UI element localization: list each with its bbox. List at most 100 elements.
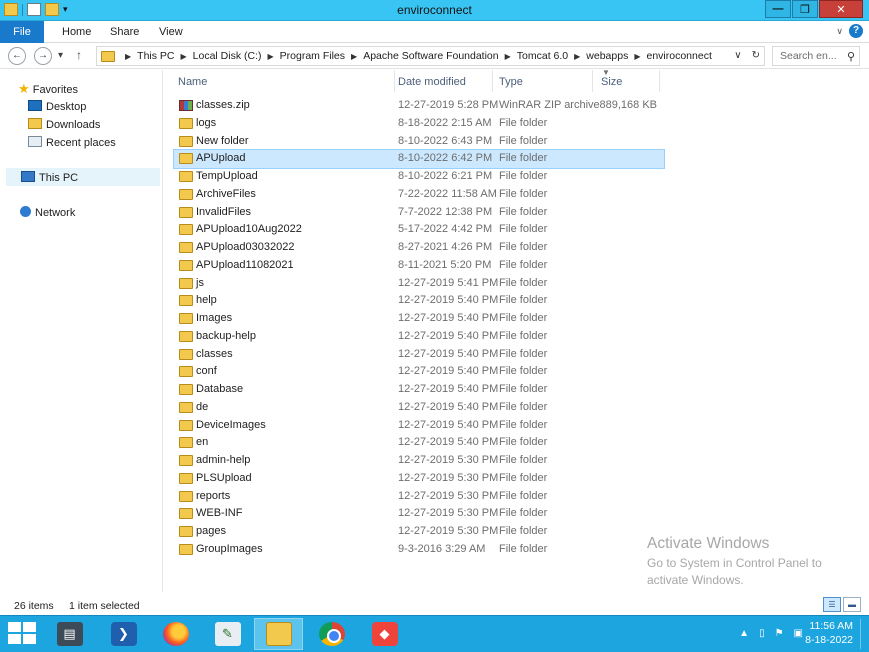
breadcrumb-tomcat[interactable]: Tomcat 6.0 [517,50,568,62]
start-button[interactable] [8,622,38,646]
show-desktop-button[interactable] [860,619,861,649]
taskbar-firefox[interactable] [151,618,200,650]
nav-network[interactable]: Network [20,204,75,222]
file-row[interactable]: js 12-27-2019 5:41 PM File folder [174,275,664,293]
file-row[interactable]: help 12-27-2019 5:40 PM File folder [174,292,664,310]
large-icons-view-icon[interactable]: ▬ [843,597,861,612]
file-row[interactable]: GroupImages 9-3-2016 3:29 AM File folder [174,541,664,559]
action-center-flag-icon[interactable]: ⚑ [775,628,784,639]
file-row[interactable]: classes 12-27-2019 5:40 PM File folder [174,346,664,364]
file-row[interactable]: Images 12-27-2019 5:40 PM File folder [174,310,664,328]
file-row[interactable]: New folder 8-10-2022 6:43 PM File folder [174,133,664,151]
file-date: 12-27-2019 5:40 PM [398,418,499,431]
nav-downloads[interactable]: Downloads [28,116,100,134]
expand-ribbon-icon[interactable]: ∨ [836,26,843,37]
column-header-date[interactable]: Date modified [392,70,493,92]
breadcrumb-program-files[interactable]: Program Files [280,50,345,62]
tab-file[interactable]: File [0,21,44,43]
file-row[interactable]: APUpload10Aug2022 5-17-2022 4:42 PM File f… [174,221,664,239]
file-row[interactable]: logs 8-18-2022 2:15 AM File folder [174,115,664,133]
file-row[interactable]: PLSUpload 12-27-2019 5:30 PM File folder [174,470,664,488]
refresh-icon[interactable]: ↻ [752,50,760,61]
tab-share[interactable]: Share [110,21,139,43]
file-row[interactable]: classes.zip 12-27-2019 5:28 PM WinRAR ZIP … [174,97,664,115]
file-name: GroupImages [196,542,263,555]
file-row[interactable]: WEB-INF 12-27-2019 5:30 PM File folder [174,505,664,523]
folder-icon [179,526,193,537]
file-date: 12-27-2019 5:40 PM [398,312,499,324]
show-hidden-icons-icon[interactable]: ▲ [739,628,749,639]
breadcrumb-webapps[interactable]: webapps [586,50,628,62]
file-name: backup-help [196,329,256,342]
breadcrumb-this-pc[interactable]: This PC [137,50,174,62]
close-button[interactable]: ✕ [819,0,863,18]
file-row[interactable]: de 12-27-2019 5:40 PM File folder [174,399,664,417]
file-row[interactable]: APUpload03032022 8-27-2021 4:26 PM File fo… [174,239,664,257]
minimize-button[interactable]: — [765,0,791,18]
details-view-icon[interactable]: ☰ [823,597,841,612]
file-row[interactable]: TempUpload 8-10-2022 6:21 PM File folder [174,168,664,186]
file-type: File folder [499,542,548,555]
up-button[interactable]: ↑ [76,48,82,62]
file-row[interactable]: InvalidFiles 7-7-2022 12:38 PM File folder [174,204,664,222]
recent-locations-icon[interactable]: ▾ [58,50,63,61]
search-icon[interactable]: ⚲ [847,50,855,63]
tab-home[interactable]: Home [62,21,91,43]
breadcrumb-apache[interactable]: Apache Software Foundation [363,50,498,62]
help-icon[interactable]: ? [849,24,863,38]
file-date: 7-22-2022 11:58 AM [398,187,497,200]
file-name: help [196,294,217,307]
file-row[interactable]: APUpload11082021 8-11-2021 5:20 PM File fo… [174,257,664,275]
display-tray-icon[interactable]: ▣ [794,628,803,639]
anydesk-icon: ◆ [371,622,398,646]
column-header-size[interactable]: Size [595,70,660,92]
clock[interactable]: 11:56 AM 8-18-2022 [805,619,853,647]
nav-this-pc[interactable]: This PC [6,168,160,186]
search-input[interactable]: Search en... ⚲ [772,46,860,66]
file-row[interactable]: pages 12-27-2019 5:30 PM File folder [174,523,664,541]
nav-desktop[interactable]: Desktop [28,98,86,116]
address-bar[interactable]: ▶ This PC ▶ Local Disk (C:) ▶ Program Fi… [96,46,765,66]
tab-view[interactable]: View [159,21,183,43]
clock-time: 11:56 AM [809,620,853,632]
maximize-button[interactable]: ❐ [792,0,818,18]
file-row[interactable]: en 12-27-2019 5:40 PM File folder [174,434,664,452]
file-row[interactable]: Database 12-27-2019 5:40 PM File folder [174,381,664,399]
back-button[interactable]: ← [8,47,26,65]
folder-icon [179,330,193,342]
title-bar[interactable]: ▾ enviroconnect — ❐ ✕ [0,0,869,21]
taskbar-server-manager[interactable]: ▤ [45,618,94,650]
forward-button[interactable]: → [34,47,52,65]
taskbar-powershell[interactable]: ❯ [99,618,148,650]
file-name: en [196,436,209,449]
taskbar-anydesk[interactable]: ◆ [360,618,409,650]
folder-icon [179,153,193,165]
breadcrumb-local-disk[interactable]: Local Disk (C:) [193,50,262,62]
nav-favorites[interactable]: ★ Favorites [18,80,78,98]
file-row[interactable]: reports 12-27-2019 5:30 PM File folder [174,488,664,506]
file-name: de [196,400,209,413]
file-row[interactable]: ArchiveFiles 7-22-2022 11:58 AM File folde… [174,186,664,204]
column-header-name[interactable]: Name [172,70,395,92]
file-row[interactable]: DeviceImages 12-27-2019 5:40 PM File folde… [174,417,664,435]
nav-recent-places[interactable]: Recent places [28,134,116,152]
taskbar-file-explorer[interactable] [254,618,303,650]
server-manager-icon: ▤ [56,622,83,646]
breadcrumb-enviroconnect[interactable]: enviroconnect [646,50,711,62]
file-row[interactable]: conf 12-27-2019 5:40 PM File folder [174,363,664,381]
network-tray-icon[interactable]: ▯ [759,628,765,639]
file-name: Database [196,383,244,395]
file-row[interactable]: backup-help 12-27-2019 5:40 PM File folder [174,328,664,346]
file-row[interactable]: admin-help 12-27-2019 5:30 PM File folder [174,452,664,470]
file-name: pages [196,525,226,537]
file-type: File folder [499,436,548,449]
file-name: classes [196,347,233,360]
column-header-type[interactable]: Type [493,70,593,92]
file-name: logs [196,116,217,129]
taskbar-chrome[interactable] [307,618,356,650]
navigation-pane: ★ Favorites Desktop Downloads Recent pla… [0,70,163,592]
taskbar-notepad[interactable]: ✎ [203,618,252,650]
file-row[interactable]: APUpload 8-10-2022 6:42 PM File folder [173,149,665,169]
address-dropdown-icon[interactable]: ∨ [734,50,741,61]
file-date: 8-10-2022 6:42 PM [398,152,493,165]
